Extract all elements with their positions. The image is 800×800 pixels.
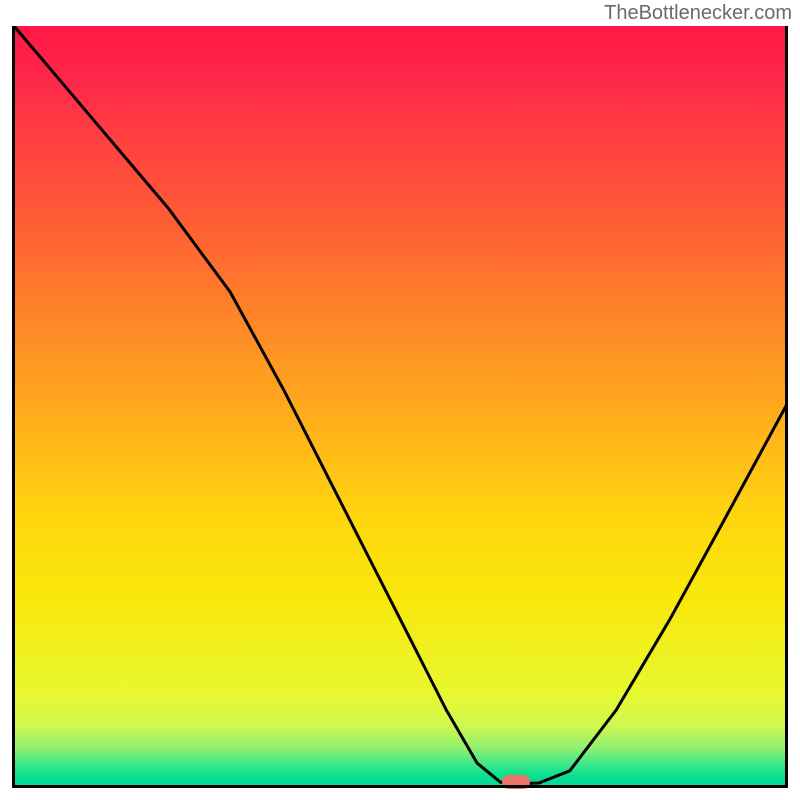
chart-plot-area bbox=[14, 26, 786, 786]
x-axis-line bbox=[14, 785, 786, 788]
y-axis-left-line bbox=[12, 26, 15, 788]
bottleneck-curve-line bbox=[14, 26, 786, 784]
y-axis-right-line bbox=[785, 26, 788, 788]
curve-svg bbox=[14, 26, 786, 786]
attribution-text: TheBottlenecker.com bbox=[604, 2, 792, 25]
